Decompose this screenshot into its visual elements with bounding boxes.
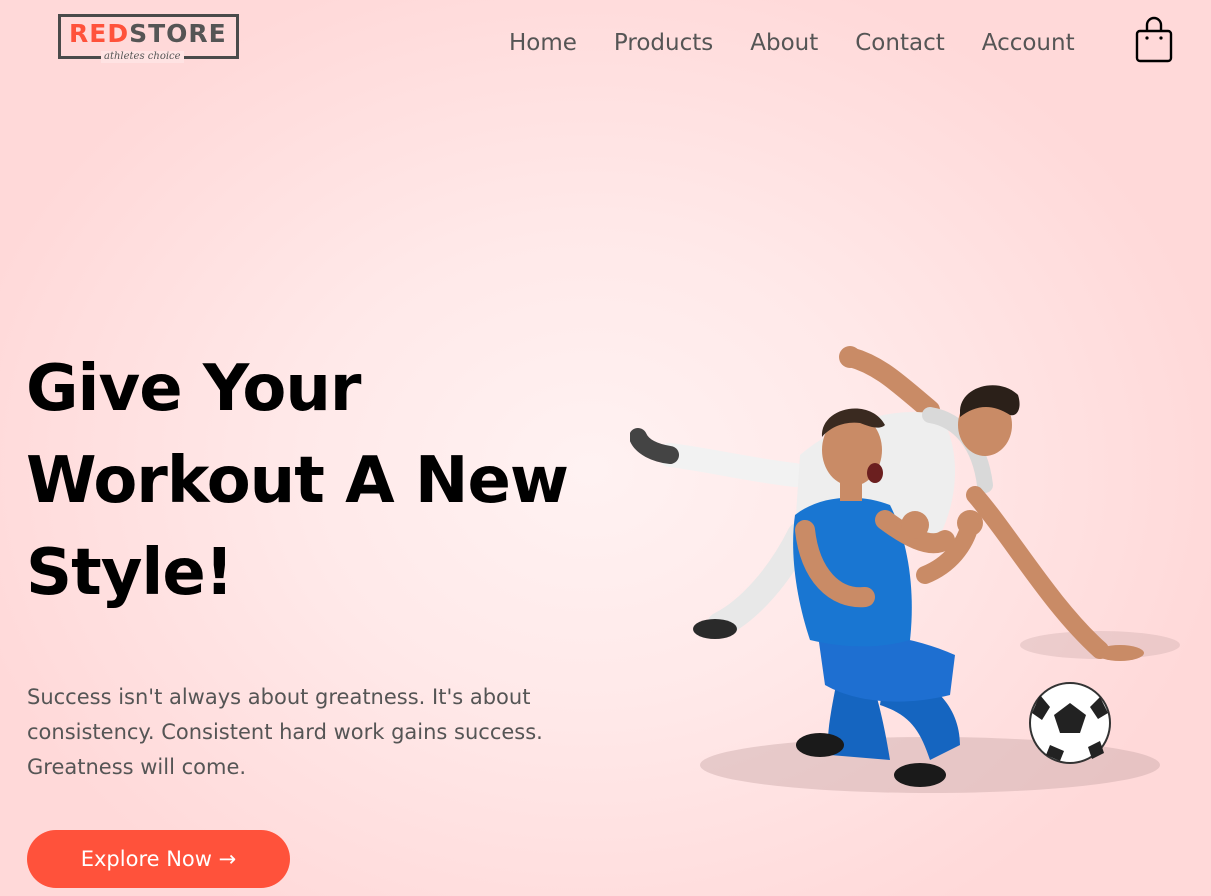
hero-image xyxy=(630,346,1180,793)
subtext-line: Success isn't always about greatness. It… xyxy=(27,685,531,709)
nav-item-account[interactable]: Account xyxy=(982,28,1075,58)
shopping-bag-icon xyxy=(1135,16,1173,63)
hero-headline: Give Your Workout A New Style! xyxy=(26,343,666,619)
brand-tagline: athletes choice xyxy=(101,51,184,63)
main-nav: Home Products About Contact Account xyxy=(509,28,1075,58)
nav-item-about[interactable]: About xyxy=(750,28,818,58)
headline-line: Workout A New xyxy=(26,444,569,518)
subtext-line: Greatness will come. xyxy=(27,755,247,779)
brand-name-red: RED xyxy=(69,19,130,48)
hero-subtext: Success isn't always about greatness. It… xyxy=(27,680,627,785)
brand-name: REDSTORE xyxy=(69,19,227,49)
explore-now-button[interactable]: Explore Now → xyxy=(27,830,290,888)
arrow-right-icon: → xyxy=(218,847,237,871)
brand-name-dark: STORE xyxy=(129,19,227,48)
nav-item-home[interactable]: Home xyxy=(509,28,577,58)
headline-line: Give Your xyxy=(26,352,361,426)
nav-item-contact[interactable]: Contact xyxy=(855,28,944,58)
headline-line: Style! xyxy=(26,536,234,610)
soccer-ball xyxy=(1029,682,1111,764)
subtext-line: consistency. Consistent hard work gains … xyxy=(27,720,543,744)
brand-logo[interactable]: REDSTORE athletes choice xyxy=(58,14,239,63)
explore-now-label: Explore Now xyxy=(80,847,212,871)
nav-item-products[interactable]: Products xyxy=(614,28,713,58)
cart-button[interactable] xyxy=(1134,16,1174,64)
